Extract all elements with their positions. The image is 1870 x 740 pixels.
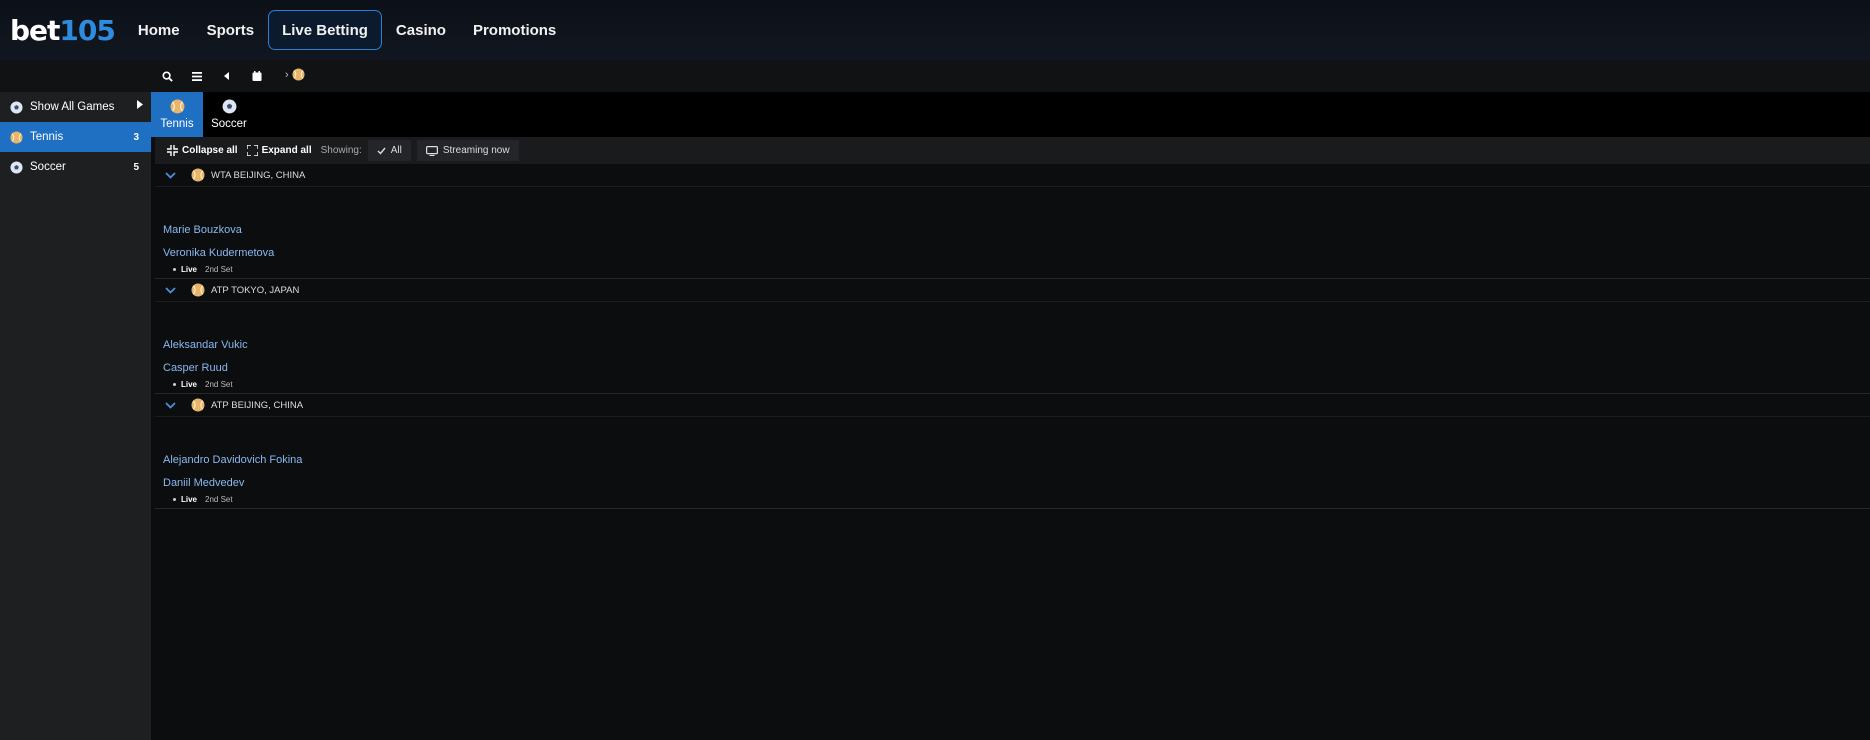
list-icon — [192, 71, 202, 81]
expand-all-button[interactable]: Expand all — [246, 145, 312, 156]
league-group: ATP BEIJING, CHINA Alejandro Davidovich … — [155, 394, 1870, 509]
event-list: WTA BEIJING, CHINA Marie Bouzkova Veroni… — [155, 164, 1870, 509]
tab-label: Tennis — [160, 118, 194, 130]
logo-text-105: 105 — [59, 13, 115, 47]
live-dot — [173, 498, 176, 501]
team-name[interactable]: Daniil Medvedev — [163, 477, 244, 489]
filter-all-chip[interactable]: All — [367, 140, 411, 161]
logo-text-bet: bet — [10, 13, 60, 47]
tennis-ball-icon[interactable] — [292, 68, 305, 81]
match-status: Live 2nd Set — [173, 495, 233, 504]
streaming-now-label: Streaming now — [442, 145, 510, 156]
soccer-ball-icon — [222, 99, 237, 114]
soccer-ball-icon — [10, 100, 23, 114]
tennis-ball-icon — [191, 168, 205, 182]
tennis-ball-icon — [191, 283, 205, 297]
calendar-button[interactable] — [242, 62, 272, 90]
back-icon — [224, 72, 229, 80]
monitor-icon — [425, 145, 438, 156]
period-label: 2nd Set — [205, 265, 233, 274]
chevron-down-icon[interactable] — [165, 286, 183, 294]
search-icon — [161, 70, 173, 82]
league-header[interactable]: ATP TOKYO, JAPAN — [155, 279, 1870, 302]
team-name[interactable]: Marie Bouzkova — [163, 224, 242, 236]
team-name[interactable]: Veronika Kudermetova — [163, 247, 274, 259]
league-name: WTA BEIJING, CHINA — [211, 169, 306, 181]
tennis-ball-icon — [10, 130, 23, 144]
league-header[interactable]: WTA BEIJING, CHINA — [155, 164, 1870, 187]
back-button[interactable] — [212, 62, 242, 90]
streaming-now-chip[interactable]: Streaming now — [416, 140, 519, 161]
chevron-down-icon[interactable] — [165, 401, 183, 409]
expand-all-label: Expand all — [261, 145, 312, 156]
team-name[interactable]: Casper Ruud — [163, 362, 228, 374]
soccer-ball-icon — [10, 160, 23, 174]
nav-casino[interactable]: Casino — [383, 10, 459, 50]
filter-all-label: All — [390, 145, 402, 156]
period-label: 2nd Set — [205, 380, 233, 389]
league-name: ATP TOKYO, JAPAN — [211, 284, 300, 296]
collapse-all-label: Collapse all — [182, 145, 238, 156]
nav-home[interactable]: Home — [125, 10, 193, 50]
top-header: bet 105 Home Sports Live Betting Casino … — [0, 0, 1870, 60]
sidebar-item-label: Soccer — [30, 161, 66, 173]
live-label: Live — [181, 380, 198, 389]
secondary-toolbar: › — [0, 60, 1870, 92]
league-group: WTA BEIJING, CHINA Marie Bouzkova Veroni… — [155, 164, 1870, 279]
tab-tennis[interactable]: Tennis — [151, 92, 203, 137]
league-header[interactable]: ATP BEIJING, CHINA — [155, 394, 1870, 417]
tennis-ball-icon — [170, 99, 185, 114]
sidebar-item-tennis[interactable]: Tennis 3 — [0, 122, 151, 152]
breadcrumb: › — [285, 68, 305, 81]
bet105-logo[interactable]: bet 105 — [10, 13, 116, 47]
breadcrumb-separator: › — [285, 68, 289, 81]
showing-label: Showing: — [320, 145, 362, 156]
check-icon — [377, 147, 386, 155]
sport-sidebar: Show All Games Tennis 3 Soccer 5 — [0, 92, 151, 740]
sidebar-item-soccer[interactable]: Soccer 5 — [0, 152, 151, 182]
list-view-button[interactable] — [182, 62, 212, 90]
nav-live-betting[interactable]: Live Betting — [268, 10, 382, 50]
collapse-icon — [167, 145, 178, 156]
live-label: Live — [181, 495, 198, 504]
search-button[interactable] — [152, 62, 182, 90]
sidebar-item-count: 5 — [133, 161, 139, 173]
live-dot — [173, 268, 176, 271]
chevron-down-icon[interactable] — [165, 171, 183, 179]
match-status: Live 2nd Set — [173, 380, 233, 389]
period-label: 2nd Set — [205, 495, 233, 504]
league-name: ATP BEIJING, CHINA — [211, 399, 304, 411]
nav-promotions[interactable]: Promotions — [460, 10, 569, 50]
sidebar-item-label: Show All Games — [30, 101, 115, 113]
main-nav: Home Sports Live Betting Casino Promotio… — [125, 10, 570, 50]
sidebar-item-show-all-games[interactable]: Show All Games — [0, 92, 151, 122]
tab-label: Soccer — [211, 118, 247, 130]
filter-bar: Collapse all Expand all Showing: All Str… — [155, 137, 1870, 164]
tennis-ball-icon — [191, 398, 205, 412]
live-label: Live — [181, 265, 198, 274]
expand-arrow-icon[interactable] — [137, 100, 143, 112]
sidebar-item-count: 3 — [133, 131, 139, 143]
league-group: ATP TOKYO, JAPAN Aleksandar Vukic Casper… — [155, 279, 1870, 394]
match-status: Live 2nd Set — [173, 265, 233, 274]
nav-sports[interactable]: Sports — [194, 10, 268, 50]
tab-soccer[interactable]: Soccer — [203, 92, 255, 137]
expand-icon — [246, 145, 258, 156]
collapse-all-button[interactable]: Collapse all — [167, 145, 238, 156]
live-dot — [173, 383, 176, 386]
sport-tabs: Tennis Soccer — [151, 92, 1870, 137]
sidebar-item-label: Tennis — [30, 131, 64, 143]
team-name[interactable]: Alejandro Davidovich Fokina — [163, 454, 302, 466]
team-name[interactable]: Aleksandar Vukic — [163, 339, 248, 351]
calendar-icon — [252, 71, 262, 81]
